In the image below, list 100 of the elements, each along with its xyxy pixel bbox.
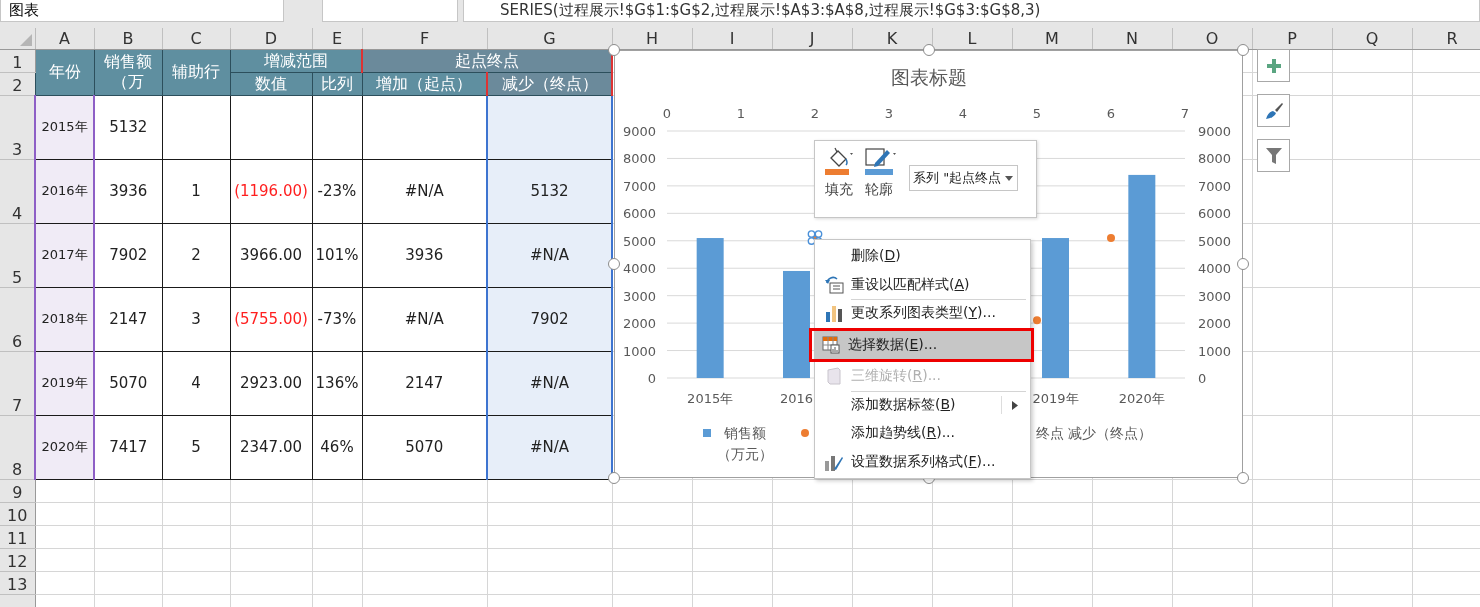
axis-label: 1000 [1198,343,1232,359]
column-header[interactable]: F [362,28,487,49]
row-header[interactable]: 13 [0,571,35,594]
table-cell: 2020年 [35,415,94,479]
row-header[interactable]: 8 [0,415,35,479]
axis-label: 0 [647,371,656,386]
axis-label: 1 [736,106,746,121]
outline-button[interactable]: 轮廓 [865,147,899,207]
table-cell: 3 [162,287,230,351]
chart-style-button[interactable] [1257,94,1290,127]
fill-button[interactable]: 填充 [825,147,855,207]
row-header[interactable]: 5 [0,223,35,287]
row-header[interactable]: 7 [0,351,35,415]
table-cell: #N/A [487,223,612,287]
axis-label: 4000 [1198,261,1232,277]
axis-label: 6000 [622,206,656,222]
table-icon [822,335,840,354]
menu-item[interactable]: 设置数据系列格式(F)... [817,447,1028,476]
column-header[interactable]: P [1252,28,1332,49]
paintbrush-icon [1264,101,1283,120]
axis-label: 3000 [622,288,656,304]
column-header[interactable]: L [932,28,1012,49]
axis-label: 2 [810,106,820,121]
table-cell: 46% [312,415,362,479]
row-header[interactable]: 12 [0,548,35,571]
axis-label: 2000 [1198,316,1232,332]
row-header[interactable]: 11 [0,525,35,548]
legend-label[interactable]: 终点 减少（终点） [1036,423,1153,444]
menu-item[interactable]: 添加数据标签(B) [817,390,1028,419]
menu-item[interactable]: 更改系列图表类型(Y)... [817,299,1028,328]
row-header[interactable]: 9 [0,479,35,502]
header-cell: 增减范围 [230,49,362,72]
series-dropdown[interactable]: 系列 "起点终点 [909,165,1019,191]
menu-item[interactable]: 选择数据(E)... [814,330,1031,359]
row-header[interactable]: 1 [0,49,35,72]
select-all-corner[interactable] [0,28,35,49]
axis-label: 0 [1198,371,1207,386]
menu-item[interactable]: 删除(D) [817,242,1028,271]
axis-label: 5 [1032,106,1042,121]
bar[interactable] [696,238,724,378]
column-header[interactable]: N [1092,28,1172,49]
table-cell: 2015年 [35,95,94,159]
row-header[interactable]: 4 [0,159,35,223]
chart-filter-button[interactable] [1257,139,1290,172]
table-cell: -73% [312,287,362,351]
table-cell: 5132 [487,159,612,223]
table-cell: 2147 [94,287,162,351]
column-header[interactable]: C [162,28,230,49]
axis-label: 8000 [622,151,656,167]
axis-label: 1000 [622,343,656,359]
table-cell: 2018年 [35,287,94,351]
table-cell: (1196.00) [230,159,312,223]
table-cell: 3966.00 [230,223,312,287]
table-cell: 7417 [94,415,162,479]
table-cell: 2019年 [35,351,94,415]
table-cell: 2017年 [35,223,94,287]
column-header[interactable]: I [692,28,772,49]
row-header[interactable]: 3 [0,95,35,159]
column-header[interactable]: K [852,28,932,49]
axis-label: 2016 [779,391,814,406]
column-header[interactable]: D [230,28,312,49]
column-header[interactable]: R [1412,28,1480,49]
row-header[interactable]: 10 [0,502,35,525]
data-point[interactable] [1107,234,1115,243]
table-cell: 1 [162,159,230,223]
formula-field[interactable]: SERIES(过程展示!$G$1:$G$2,过程展示!$A$3:$A$8,过程展示!$G$3:$G$8,3) [463,0,1480,22]
axis-label: 9000 [622,124,656,139]
column-header[interactable]: O [1172,28,1252,49]
menu-item[interactable]: 重设以匹配样式(A) [817,270,1028,299]
table-cell: -23% [312,159,362,223]
column-header[interactable]: Q [1332,28,1412,49]
row-header[interactable]: 2 [0,72,35,95]
table-cell: 2016年 [35,159,94,223]
header-cell: 销售额（万 [94,49,162,95]
axis-label: 7000 [1198,178,1232,194]
column-header[interactable]: H [612,28,692,49]
column-header[interactable]: A [35,28,94,49]
name-box[interactable]: 图表 [0,0,284,22]
cube-icon [825,367,843,386]
column-header[interactable]: B [94,28,162,49]
column-header[interactable]: M [1012,28,1092,49]
row-header[interactable]: 6 [0,287,35,351]
legend-label[interactable]: 销售额（万元） [714,423,776,465]
axis-label: 0 [662,106,672,121]
axis-label: 2000 [622,316,656,332]
menu-item[interactable]: 添加趋势线(R)... [817,419,1028,448]
bar[interactable] [1128,174,1156,378]
column-header[interactable]: E [312,28,362,49]
header-cell: 起点终点 [362,49,612,72]
axis-label: 3 [884,106,894,121]
data-point[interactable] [1033,316,1041,325]
axis-label: 7 [1180,106,1190,121]
axis-label: 5000 [1198,233,1232,249]
table-cell: 7902 [487,287,612,351]
column-header[interactable]: J [772,28,852,49]
header-cell: 辅助行 [162,49,230,95]
add-element-button[interactable] [1257,49,1290,82]
chart-title[interactable]: 图表标题 [890,66,967,88]
plus-icon [1266,58,1281,73]
column-header[interactable]: G [487,28,612,49]
